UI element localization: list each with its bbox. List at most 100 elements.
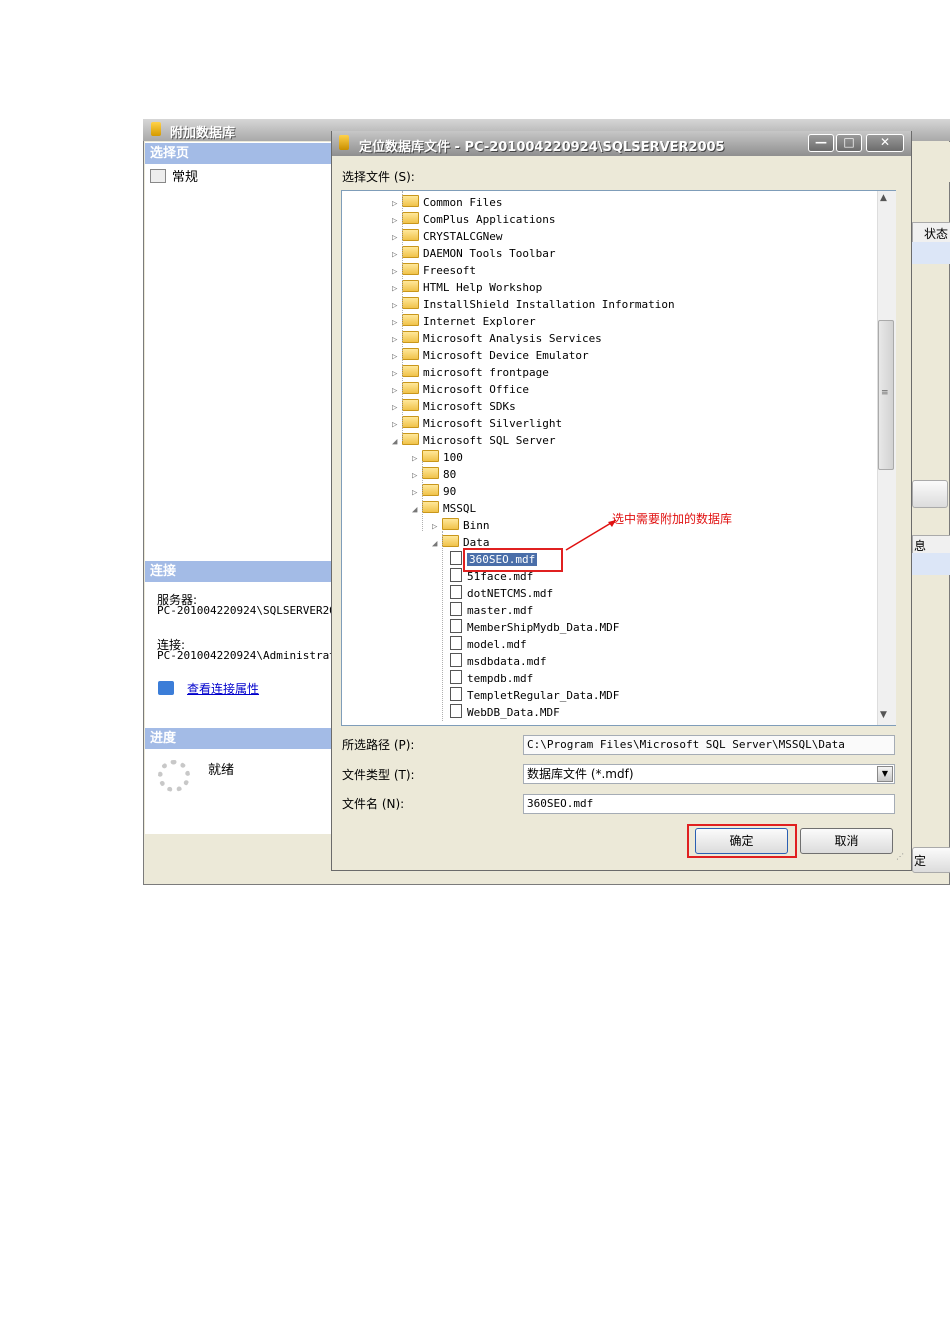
tree-file-item[interactable]: msdbdata.mdf bbox=[446, 653, 546, 670]
ok-button-highlight bbox=[687, 824, 797, 858]
folder-icon bbox=[402, 297, 419, 309]
resize-grip-icon[interactable]: ⋰ bbox=[896, 852, 904, 861]
tree-folder-item[interactable]: ▷ Microsoft SDKs bbox=[392, 398, 516, 415]
folder-icon bbox=[422, 467, 439, 479]
tree-folder-item[interactable]: ▷ Freesoft bbox=[392, 262, 476, 279]
tree-item-label: WebDB_Data.MDF bbox=[467, 706, 560, 719]
folder-icon bbox=[402, 195, 419, 207]
background-ok-label: 定 bbox=[914, 854, 927, 868]
file-icon bbox=[450, 670, 462, 684]
folder-icon bbox=[402, 399, 419, 411]
tree-folder-item[interactable]: ▷ HTML Help Workshop bbox=[392, 279, 542, 296]
tree-item-label: TempletRegular_Data.MDF bbox=[467, 689, 620, 702]
scroll-down-icon[interactable]: ▼ bbox=[880, 710, 887, 720]
tree-folder-item[interactable]: ▷ Microsoft Office bbox=[392, 381, 529, 398]
cancel-button[interactable]: 取消 bbox=[800, 828, 893, 854]
tree-item-label: 90 bbox=[443, 485, 457, 498]
tree-folder-item[interactable]: ▷ Internet Explorer bbox=[392, 313, 536, 330]
tree-folder-item[interactable]: ▷ DAEMON Tools Toolbar bbox=[392, 245, 555, 262]
nav-item-general[interactable]: 常规 bbox=[150, 166, 198, 185]
tree-file-item[interactable]: master.mdf bbox=[446, 602, 533, 619]
file-type-select[interactable]: 数据库文件 (*.mdf) bbox=[523, 764, 895, 784]
file-icon bbox=[450, 636, 462, 650]
scroll-up-icon[interactable]: ▲ bbox=[880, 193, 887, 203]
tree-folder-item[interactable]: ▷ 100 bbox=[412, 449, 463, 466]
tree-folder-item[interactable]: ▷ CRYSTALCGNew bbox=[392, 228, 502, 245]
tree-item-label: 100 bbox=[443, 451, 463, 464]
folder-icon bbox=[402, 348, 419, 360]
folder-icon bbox=[402, 416, 419, 428]
file-icon bbox=[450, 585, 462, 599]
file-tree[interactable]: ▷ Common Files ▷ ComPlus Applications ▷ CRYST… bbox=[341, 190, 896, 726]
tree-item-label: ComPlus Applications bbox=[423, 213, 556, 226]
tree-file-item[interactable]: dotNETCMS.mdf bbox=[446, 585, 553, 602]
connection-header: 连接 bbox=[145, 561, 331, 582]
tree-folder-item[interactable]: ▷ Common Files bbox=[392, 194, 502, 211]
status-column-header[interactable]: 状态 bbox=[912, 222, 950, 244]
scroll-grip-icon: ≡ bbox=[881, 388, 889, 398]
tree-file-item[interactable]: WebDB_Data.MDF bbox=[446, 704, 560, 721]
annotation-arrow-icon bbox=[565, 519, 617, 551]
folder-icon bbox=[422, 501, 439, 513]
tree-file-item[interactable]: tempdb.mdf bbox=[446, 670, 533, 687]
server-value: PC-201004220924\SQLSERVER20 bbox=[157, 604, 331, 617]
file-icon bbox=[450, 704, 462, 718]
database-icon bbox=[339, 135, 349, 150]
tree-item-label: Internet Explorer bbox=[423, 315, 536, 328]
tree-file-item[interactable]: model.mdf bbox=[446, 636, 527, 653]
background-button[interactable] bbox=[912, 480, 948, 508]
collapse-icon[interactable]: ◢ bbox=[392, 434, 402, 451]
table-row[interactable] bbox=[912, 242, 950, 264]
folder-icon bbox=[402, 229, 419, 241]
tree-folder-item[interactable]: ▷ InstallShield Installation Information bbox=[392, 296, 675, 313]
folder-icon bbox=[402, 212, 419, 224]
tree-item-label: InstallShield Installation Information bbox=[423, 298, 675, 311]
tree-folder-item[interactable]: ▷ 80 bbox=[412, 466, 456, 483]
file-icon bbox=[450, 568, 462, 582]
tree-folder-item[interactable]: ▷ ComPlus Applications bbox=[392, 211, 555, 228]
dialog-title: 定位数据库文件 - PC-201004220924\SQLSERVER2005 bbox=[359, 140, 725, 155]
file-icon bbox=[450, 619, 462, 633]
folder-icon bbox=[402, 263, 419, 275]
connection-value: PC-201004220924\Administrat bbox=[157, 649, 331, 662]
tree-item-label: Binn bbox=[463, 519, 490, 532]
folder-icon bbox=[422, 484, 439, 496]
folder-icon bbox=[402, 314, 419, 326]
tree-item-label: dotNETCMS.mdf bbox=[467, 587, 554, 600]
tree-item-label: tempdb.mdf bbox=[467, 672, 534, 685]
background-ok-button[interactable]: 定 bbox=[912, 847, 950, 873]
tree-folder-item[interactable]: ▷ 90 bbox=[412, 483, 456, 500]
tree-folder-item[interactable]: ▷ Microsoft Silverlight bbox=[392, 415, 562, 432]
details-column-header[interactable]: 息 bbox=[912, 535, 950, 555]
tree-file-item[interactable]: MemberShipMydb_Data.MDF bbox=[446, 619, 619, 636]
folder-icon bbox=[402, 433, 419, 445]
select-page-header: 选择页 bbox=[145, 143, 331, 164]
view-connection-properties-link[interactable]: 查看连接属性 bbox=[187, 680, 259, 697]
tree-guide-line bbox=[402, 191, 403, 441]
file-name-input[interactable]: 360SEO.mdf bbox=[523, 794, 895, 814]
tree-file-item[interactable]: TempletRegular_Data.MDF bbox=[446, 687, 619, 704]
tree-folder-item[interactable]: ◢ Microsoft SQL Server bbox=[392, 432, 555, 449]
collapse-icon[interactable]: ◢ bbox=[432, 536, 442, 553]
tree-item-label: DAEMON Tools Toolbar bbox=[423, 247, 556, 260]
tree-folder-item[interactable]: ▷ Microsoft Device Emulator bbox=[392, 347, 589, 364]
minimize-button[interactable]: — bbox=[808, 134, 834, 152]
maximize-button[interactable]: □ bbox=[836, 134, 862, 152]
close-button[interactable]: ✕ bbox=[866, 134, 904, 152]
file-icon bbox=[450, 551, 462, 565]
chevron-down-icon[interactable]: ▼ bbox=[877, 766, 893, 782]
tree-item-label: 80 bbox=[443, 468, 457, 481]
collapse-icon[interactable]: ◢ bbox=[412, 502, 422, 519]
table-row[interactable] bbox=[912, 553, 950, 575]
annotation-text: 选中需要附加的数据库 bbox=[612, 512, 733, 526]
right-panel-fragment bbox=[912, 142, 950, 182]
tree-item-label: msdbdata.mdf bbox=[467, 655, 547, 668]
tree-folder-item[interactable]: ▷ microsoft frontpage bbox=[392, 364, 549, 381]
folder-icon bbox=[442, 535, 459, 547]
tree-folder-item[interactable]: ▷ Microsoft Analysis Services bbox=[392, 330, 602, 347]
tree-item-label: model.mdf bbox=[467, 638, 527, 651]
folder-icon bbox=[402, 331, 419, 343]
tree-folder-item[interactable]: ▷ Binn bbox=[432, 517, 490, 534]
bottom-strip bbox=[145, 835, 331, 883]
status-column-label: 状态 bbox=[924, 227, 949, 241]
